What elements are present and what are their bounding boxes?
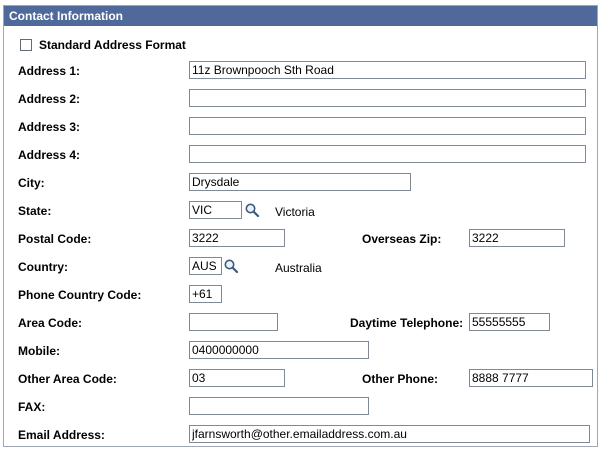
mobile-input[interactable] [189,341,369,359]
overseas-zip-input[interactable] [469,229,565,247]
daytime-telephone-input[interactable] [469,313,550,331]
other-area-code-input[interactable] [189,369,285,387]
phone-country-code-label: Phone Country Code: [18,288,142,302]
address1-label: Address 1: [18,64,81,78]
address2-input[interactable] [189,89,586,107]
fax-input[interactable] [189,397,369,415]
state-label: State: [18,204,52,218]
city-label: City: [18,176,45,190]
state-lookup-magnifier-icon[interactable] [244,202,260,218]
other-phone-label: Other Phone: [362,372,439,386]
address4-label: Address 4: [18,148,81,162]
standard-address-label: Standard Address Format [39,38,186,52]
overseas-zip-label: Overseas Zip: [362,232,442,246]
country-lookup-magnifier-icon[interactable] [223,258,239,274]
address3-input[interactable] [189,117,586,135]
phone-country-code-input[interactable] [189,285,222,303]
address4-input[interactable] [189,145,586,163]
area-code-label: Area Code: [18,316,83,330]
mobile-label: Mobile: [18,344,60,358]
section-header: Contact Information [4,6,597,26]
other-phone-input[interactable] [469,369,593,387]
country-input[interactable] [189,257,222,275]
postal-code-input[interactable] [189,229,285,247]
country-label: Country: [18,260,68,274]
address1-input[interactable] [189,61,586,79]
postal-code-label: Postal Code: [18,232,92,246]
state-input[interactable] [189,201,242,219]
other-area-code-label: Other Area Code: [18,372,117,386]
address3-label: Address 3: [18,120,81,134]
address2-label: Address 2: [18,92,81,106]
section-title: Contact Information [9,9,123,23]
email-label: Email Address: [18,428,105,442]
city-input[interactable] [189,173,411,191]
daytime-telephone-label: Daytime Telephone: [350,316,464,330]
state-description: Victoria [275,205,315,219]
country-description: Australia [275,261,322,275]
standard-address-checkbox[interactable] [20,39,32,51]
area-code-input[interactable] [189,313,278,331]
fax-label: FAX: [18,400,46,414]
email-input[interactable] [189,425,590,443]
